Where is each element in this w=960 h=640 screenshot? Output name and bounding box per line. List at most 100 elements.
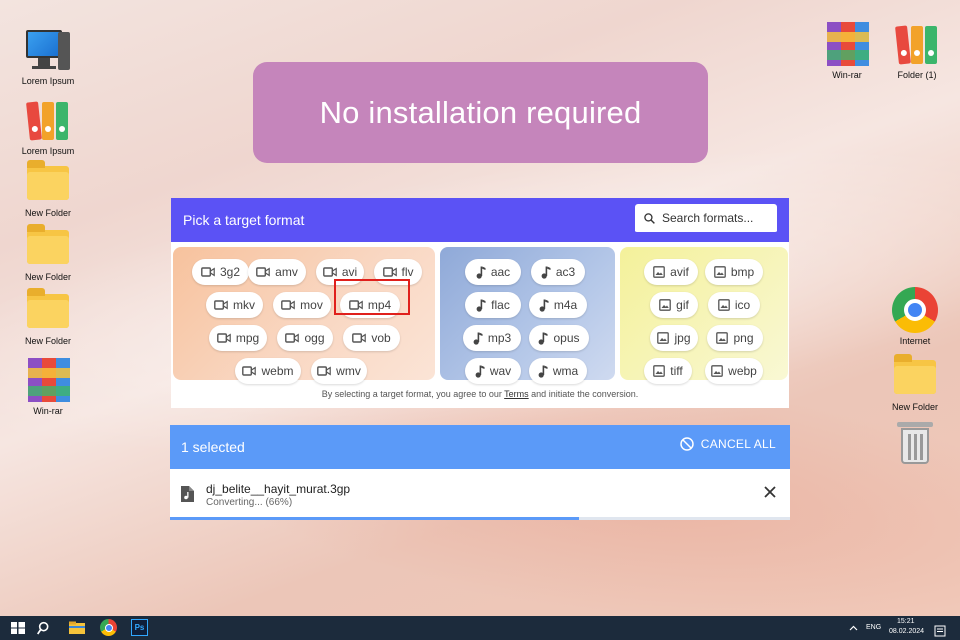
format-option-opus[interactable]: opus: [529, 325, 589, 351]
folder-icon: [891, 352, 939, 400]
mp4-highlight-box: [334, 279, 410, 315]
notification-icon[interactable]: [934, 622, 946, 640]
format-label: jpg: [674, 331, 691, 345]
video-icon: [285, 333, 300, 343]
format-option-avif[interactable]: avif: [644, 259, 698, 285]
desktop-icon-binders[interactable]: Folder (1): [881, 20, 953, 81]
format-option-mp3[interactable]: mp3: [463, 325, 521, 351]
music-note-icon: [476, 266, 486, 279]
search-formats-input[interactable]: Search formats...: [635, 204, 777, 234]
format-label: aac: [490, 265, 511, 279]
cancel-all-button[interactable]: CANCEL ALL: [679, 436, 776, 452]
desktop-icon-binders[interactable]: Lorem Ipsum: [12, 96, 84, 157]
desktop-icon-winrar[interactable]: Win-rar: [12, 356, 84, 417]
format-label: tiff: [670, 364, 683, 378]
format-option-jpg[interactable]: jpg: [650, 325, 698, 351]
terms-text: By selecting a target format, you agree …: [321, 389, 505, 399]
format-option-webp[interactable]: webp: [705, 358, 763, 384]
format-label: vob: [371, 331, 391, 345]
desktop-icon-label: Lorem Ipsum: [21, 76, 75, 86]
format-label: mov: [300, 298, 323, 312]
format-label: avif: [670, 265, 689, 279]
search-icon[interactable]: [37, 619, 53, 637]
desktop-icon-chrome[interactable]: Internet: [879, 286, 951, 347]
start-icon[interactable]: [10, 619, 26, 637]
video-icon: [216, 333, 231, 343]
file-row: dj_belite__hayit_murat.3gp Converting...…: [170, 469, 790, 517]
no-installation-banner: No installation required: [253, 62, 708, 163]
music-note-icon: [475, 365, 485, 378]
format-option-ac3[interactable]: ac3: [531, 259, 585, 285]
desktop-icon-label: New Folder: [24, 208, 71, 218]
cancel-all-label: CANCEL ALL: [700, 437, 776, 451]
video-icon: [256, 267, 270, 277]
format-option-mkv[interactable]: mkv: [206, 292, 263, 318]
format-label: wma: [552, 364, 579, 378]
format-option-png[interactable]: png: [707, 325, 763, 351]
terms-link[interactable]: Terms: [504, 389, 529, 399]
desktop-icon-winrar[interactable]: Win-rar: [811, 20, 883, 81]
conversion-progress-bar: [170, 517, 790, 520]
format-option-mpg[interactable]: mpg: [209, 325, 267, 351]
format-option-flac[interactable]: flac: [465, 292, 521, 318]
desktop-icon-label: Win-rar: [832, 70, 862, 80]
binders-icon: [24, 96, 72, 144]
music-note-icon: [476, 299, 486, 312]
format-label: webp: [728, 364, 757, 378]
music-note-icon: [539, 299, 549, 312]
desktop-icon-label: New Folder: [24, 336, 71, 346]
language-indicator[interactable]: ENG: [866, 624, 881, 631]
cancel-icon: [680, 437, 694, 451]
photoshop-icon[interactable]: Ps: [131, 619, 148, 636]
chrome-icon[interactable]: [100, 619, 118, 637]
clock-date[interactable]: 08.02.2024: [889, 628, 924, 635]
format-label: mpg: [235, 331, 260, 345]
audio-file-icon: [181, 486, 194, 502]
format-option-m4a[interactable]: m4a: [529, 292, 587, 318]
clock-time[interactable]: 15:21: [897, 618, 915, 625]
format-option-tiff[interactable]: tiff: [644, 358, 692, 384]
desktop-icon-folder[interactable]: New Folder: [12, 158, 84, 219]
selection-header: 1 selected CANCEL ALL: [170, 425, 790, 469]
desktop-icon-folder[interactable]: New Folder: [12, 222, 84, 283]
format-label: ac3: [555, 265, 576, 279]
format-label: opus: [553, 331, 580, 345]
format-option-ico[interactable]: ico: [708, 292, 760, 318]
format-option-3g2[interactable]: 3g2: [192, 259, 249, 285]
format-option-gif[interactable]: gif: [650, 292, 698, 318]
desktop-icon-recycle-bin[interactable]: [879, 418, 951, 466]
video-icon: [352, 333, 367, 343]
chevron-up-icon[interactable]: [849, 624, 858, 632]
format-option-wav[interactable]: wav: [465, 358, 521, 384]
format-label: bmp: [730, 265, 755, 279]
desktop-icon-folder[interactable]: New Folder: [879, 352, 951, 413]
binders-icon: [893, 20, 941, 68]
format-option-vob[interactable]: vob: [343, 325, 400, 351]
image-icon: [713, 266, 726, 278]
folder-icon: [24, 222, 72, 270]
desktop-icon-folder[interactable]: New Folder: [12, 286, 84, 347]
picker-header: Pick a target format Search formats...: [171, 198, 789, 242]
format-option-webm[interactable]: webm: [235, 358, 301, 384]
format-option-mov[interactable]: mov: [273, 292, 331, 318]
format-option-amv[interactable]: amv: [248, 259, 306, 285]
image-icon: [653, 266, 666, 278]
desktop-icon-computer[interactable]: Lorem Ipsum: [12, 26, 84, 87]
video-icon: [281, 300, 295, 310]
file-explorer-icon[interactable]: [68, 619, 86, 637]
desktop-icon-label: Lorem Ipsum: [21, 146, 75, 156]
close-icon[interactable]: [764, 486, 776, 498]
format-option-wmv[interactable]: wmv: [311, 358, 367, 384]
format-label: gif: [676, 298, 689, 312]
desktop-icon-label: New Folder: [891, 402, 938, 412]
format-option-ogg[interactable]: ogg: [277, 325, 333, 351]
video-icon: [214, 300, 228, 310]
format-label: ico: [734, 298, 751, 312]
format-option-wma[interactable]: wma: [529, 358, 587, 384]
format-label: amv: [275, 265, 298, 279]
format-option-aac[interactable]: aac: [465, 259, 521, 285]
search-placeholder: Search formats...: [662, 211, 754, 225]
terms-notice: By selecting a target format, you agree …: [171, 389, 789, 399]
format-option-bmp[interactable]: bmp: [705, 259, 763, 285]
format-label: mp3: [487, 331, 512, 345]
